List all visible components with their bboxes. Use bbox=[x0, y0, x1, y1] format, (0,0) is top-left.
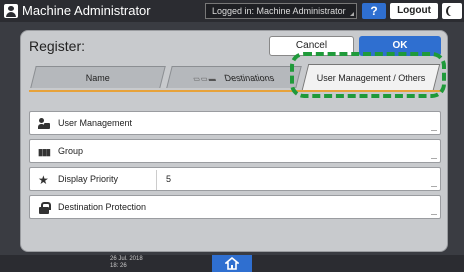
row-label: Destination Protection bbox=[58, 202, 147, 212]
help-button[interactable]: ? bbox=[362, 3, 386, 19]
time-text: 18: 26 bbox=[110, 263, 127, 269]
energy-saver-moon-icon[interactable] bbox=[442, 3, 462, 19]
home-button[interactable] bbox=[212, 255, 252, 272]
tab-name[interactable]: Name bbox=[30, 66, 166, 88]
user-lock-icon bbox=[38, 118, 50, 130]
home-icon bbox=[225, 257, 239, 270]
tab-name-label: Name bbox=[85, 73, 110, 83]
row-corner-mark bbox=[431, 158, 437, 159]
row-user-management[interactable]: User Management bbox=[29, 111, 441, 135]
logout-button[interactable]: Logout bbox=[390, 3, 438, 19]
lock-icon bbox=[38, 202, 51, 214]
row-destination-protection[interactable]: Destination Protection bbox=[29, 195, 441, 219]
destination-type-icons: ▭▭▬ bbox=[192, 76, 218, 83]
login-status-text: Logged in: Machine Administrator bbox=[212, 6, 346, 16]
row-display-priority[interactable]: ★ Display Priority 5 bbox=[29, 167, 441, 191]
expand-corner-icon bbox=[350, 12, 354, 16]
row-label: Display Priority bbox=[58, 174, 119, 184]
row-corner-mark bbox=[431, 130, 437, 131]
tab-destinations-label: Destinations bbox=[223, 73, 276, 83]
top-status-bar: Machine Administrator Logged in: Machine… bbox=[0, 0, 464, 22]
row-corner-mark bbox=[431, 214, 437, 215]
login-status-field[interactable]: Logged in: Machine Administrator bbox=[205, 3, 357, 19]
user-icon bbox=[4, 4, 18, 18]
row-corner-mark bbox=[431, 186, 437, 187]
date-text: 26 Jul. 2018 bbox=[110, 256, 143, 262]
display-priority-value: 5 bbox=[166, 174, 172, 184]
group-icon: ▮▮▮ bbox=[38, 147, 51, 157]
row-label: User Management bbox=[58, 118, 133, 128]
date-time: 26 Jul. 2018 18: 26 bbox=[110, 256, 143, 270]
star-icon: ★ bbox=[38, 173, 49, 187]
row-group[interactable]: ▮▮▮ Group bbox=[29, 139, 441, 163]
row-label: Group bbox=[58, 146, 84, 156]
tab-destinations[interactable]: ▭▭▬ Destinations bbox=[166, 66, 302, 88]
bottom-bar: 26 Jul. 2018 18: 26 bbox=[0, 255, 464, 272]
user-title: Machine Administrator bbox=[22, 3, 151, 18]
tab-highlight-annotation bbox=[290, 52, 446, 98]
row-divider bbox=[156, 170, 157, 190]
page-title: Register: bbox=[29, 38, 86, 54]
